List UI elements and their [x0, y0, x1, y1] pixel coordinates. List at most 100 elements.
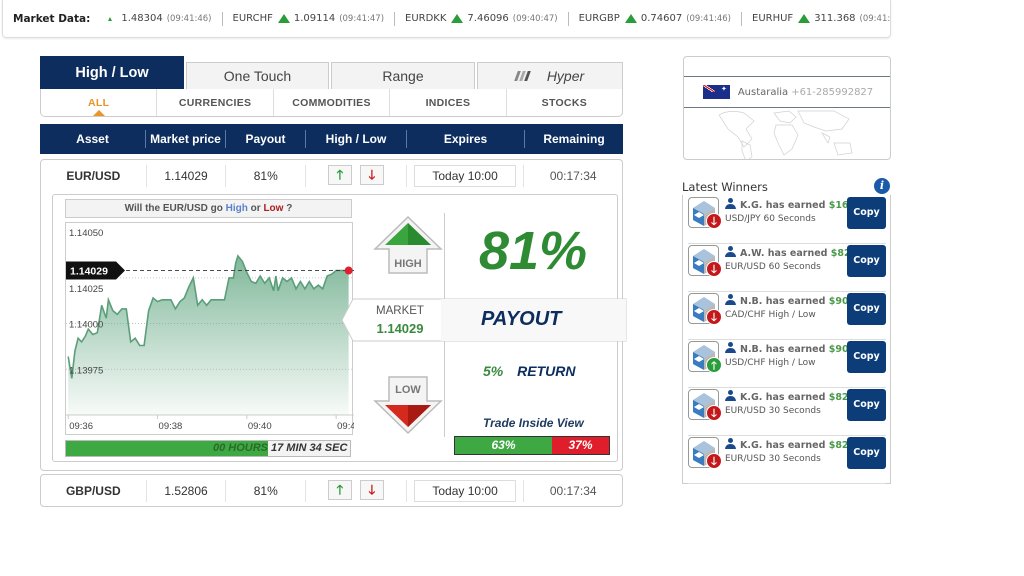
broker-logo-icon: 🡓	[688, 245, 722, 277]
info-icon[interactable]: i	[874, 178, 890, 194]
payout-percent: 81%	[478, 221, 588, 281]
y-tick-label: 1.14000	[69, 320, 103, 331]
high-low-buttons: 🡑 🡓	[306, 479, 407, 502]
copy-trade-button[interactable]: Copy	[847, 341, 886, 373]
copy-trade-button[interactable]: Copy	[847, 293, 886, 325]
winner-earned: K.G. has earned $82	[725, 438, 849, 451]
copy-trade-button[interactable]: Copy	[847, 389, 886, 421]
winner-trade: EUR/USD 30 Seconds	[725, 454, 821, 464]
price-chart[interactable]: 1.14029 1.14050 1.14025 1.14000 1.13975 09:36…	[65, 222, 354, 435]
category-tab-indices[interactable]: INDICES	[390, 89, 507, 116]
broker-logo-icon: 🡓	[688, 293, 722, 325]
product-tabs: High / Low One Touch Range Hyper	[40, 56, 623, 89]
copy-trade-button[interactable]: Copy	[847, 437, 886, 469]
arrow-down-circle-icon: 🡓	[706, 213, 722, 229]
chart-area-fill	[68, 255, 349, 415]
country-name: Austaralia	[737, 86, 789, 98]
up-arrow-icon	[277, 14, 290, 23]
ticker-item[interactable]: EURGBP 0.74607 (09:41:46)	[569, 11, 742, 26]
low-arrow-button[interactable]: 🡓	[359, 164, 384, 185]
x-tick-label: 09:42	[337, 421, 354, 432]
winner-item: 🡓 K.G. has earned $82 EUR/USD 30 Seconds Co…	[688, 388, 886, 436]
remaining-time: 00:17:34	[549, 483, 597, 498]
user-icon	[725, 438, 736, 449]
x-tick-label: 09:40	[248, 421, 272, 432]
copy-trade-button[interactable]: Copy	[847, 197, 886, 229]
broker-logo-icon: 🡓	[688, 437, 722, 469]
trade-panel: Will the EUR/USD go High or Low ? 1.1402…	[40, 191, 627, 471]
low-label: LOW	[395, 384, 421, 396]
winner-earned: K.G. has earned $165	[725, 198, 855, 211]
high-label: HIGH	[394, 258, 422, 270]
ticker-item[interactable]: EURCHF 1.09114 (09:41:47)	[223, 11, 396, 26]
arrow-down-circle-icon: 🡓	[706, 309, 722, 325]
arrow-down-circle-icon: 🡓	[706, 453, 722, 469]
up-arrow-icon	[108, 16, 113, 21]
winner-item: 🡓 A.W. has earned $82 EUR/USD 60 Seconds Co…	[688, 244, 886, 292]
trade-panel-inner: Will the EUR/USD go High or Low ? 1.1402…	[52, 194, 627, 462]
x-tick-label: 09:36	[69, 421, 93, 432]
sentiment-low: 37%	[552, 437, 609, 454]
winner-item: 🡓 N.B. has earned $90 CAD/CHF High / Low Co…	[688, 292, 886, 340]
copy-trade-button[interactable]: Copy	[847, 245, 886, 277]
ticker-item[interactable]: EURHUF 311.368 (09:41:36)	[742, 12, 890, 26]
category-tab-stocks[interactable]: STOCKS	[507, 89, 622, 116]
phone-number[interactable]: +61-285992827	[791, 87, 873, 98]
sentiment-bar: 63% 37%	[454, 436, 610, 455]
high-arrow-button[interactable]: 🡑	[327, 479, 352, 500]
category-tab-currencies[interactable]: CURRENCIES	[157, 89, 274, 116]
tab-one-touch[interactable]: One Touch	[186, 62, 329, 89]
user-icon	[725, 198, 736, 209]
market-data-ticker: Market Data: 1.48304 (09:41:46) EURCHF 1…	[2, 0, 891, 38]
column-header-high-low: High / Low	[306, 130, 407, 148]
category-tab-commodities[interactable]: COMMODITIES	[274, 89, 391, 116]
broker-logo-icon: 🡓	[688, 389, 722, 421]
low-arrow-button[interactable]: 🡓	[359, 479, 384, 500]
current-price-label: 1.14029	[70, 266, 108, 278]
remaining-time: 00:17:34	[549, 168, 597, 183]
asset-row-gbp-usd[interactable]: GBP/USD 1.52806 81% 🡑 🡓 Today 10:00 00:1…	[40, 474, 623, 507]
high-button[interactable]: HIGH	[373, 215, 443, 275]
category-tabs: ALL CURRENCIES COMMODITIES INDICES STOCK…	[40, 89, 623, 117]
payout: 81%	[226, 164, 307, 187]
return-info: 5% RETURN	[483, 363, 576, 379]
market-label: MARKET	[376, 305, 424, 317]
arrow-down-circle-icon: 🡓	[706, 261, 722, 277]
sentiment-high: 63%	[455, 437, 553, 454]
tab-high-low[interactable]: High / Low	[40, 56, 184, 89]
contact-phone-box: Austaralia +61-285992827	[683, 56, 891, 160]
low-button[interactable]: LOW	[373, 375, 443, 435]
latest-winners-list: 🡓 K.G. has earned $165 USD/JPY 60 Seconds C…	[682, 195, 891, 484]
asset-row-eur-usd[interactable]: EUR/USD 1.14029 81% 🡑 🡓 Today 10:00 00:1…	[40, 159, 623, 192]
winner-trade: USD/JPY 60 Seconds	[725, 214, 816, 224]
winner-trade: EUR/USD 60 Seconds	[725, 262, 821, 272]
up-arrow-icon	[624, 14, 637, 23]
expires-select[interactable]: Today 10:00	[414, 479, 517, 502]
category-tab-all[interactable]: ALL	[41, 89, 158, 116]
x-tick-label: 09:38	[159, 421, 183, 432]
phone-bar: Austaralia +61-285992827	[684, 76, 890, 108]
user-icon	[725, 390, 736, 401]
payout-label: PAYOUT	[481, 308, 562, 330]
y-tick-label: 1.13975	[69, 365, 103, 376]
market-value: 1.14029	[376, 321, 424, 336]
winner-trade: USD/CHF High / Low	[725, 358, 816, 368]
winner-earned: N.B. has earned $90	[725, 294, 849, 307]
column-header-payout: Payout	[226, 130, 306, 148]
expires-select[interactable]: Today 10:00	[414, 164, 517, 187]
high-arrow-button[interactable]: 🡑	[327, 164, 352, 185]
market-price: 1.52806	[147, 479, 227, 502]
winner-item: 🡑 N.B. has earned $90 USD/CHF High / Low Co…	[688, 340, 886, 388]
australia-flag-icon	[702, 85, 730, 99]
tab-hyper[interactable]: Hyper	[477, 62, 623, 89]
market-price: 1.14029	[147, 164, 227, 187]
world-map-icon	[718, 110, 853, 159]
tab-range[interactable]: Range	[331, 62, 475, 89]
user-icon	[725, 294, 736, 305]
ticker-item[interactable]: 1.48304 (09:41:46)	[98, 11, 223, 26]
asset-name: EUR/USD	[41, 164, 147, 187]
column-header-expires: Expires	[407, 130, 525, 148]
ticker-item[interactable]: EURDKK 7.46096 (09:40:47)	[395, 11, 569, 26]
up-arrow-icon	[798, 14, 811, 23]
price-chart-svg: 1.14029 1.14050 1.14025 1.14000 1.13975 09:36…	[66, 228, 354, 432]
